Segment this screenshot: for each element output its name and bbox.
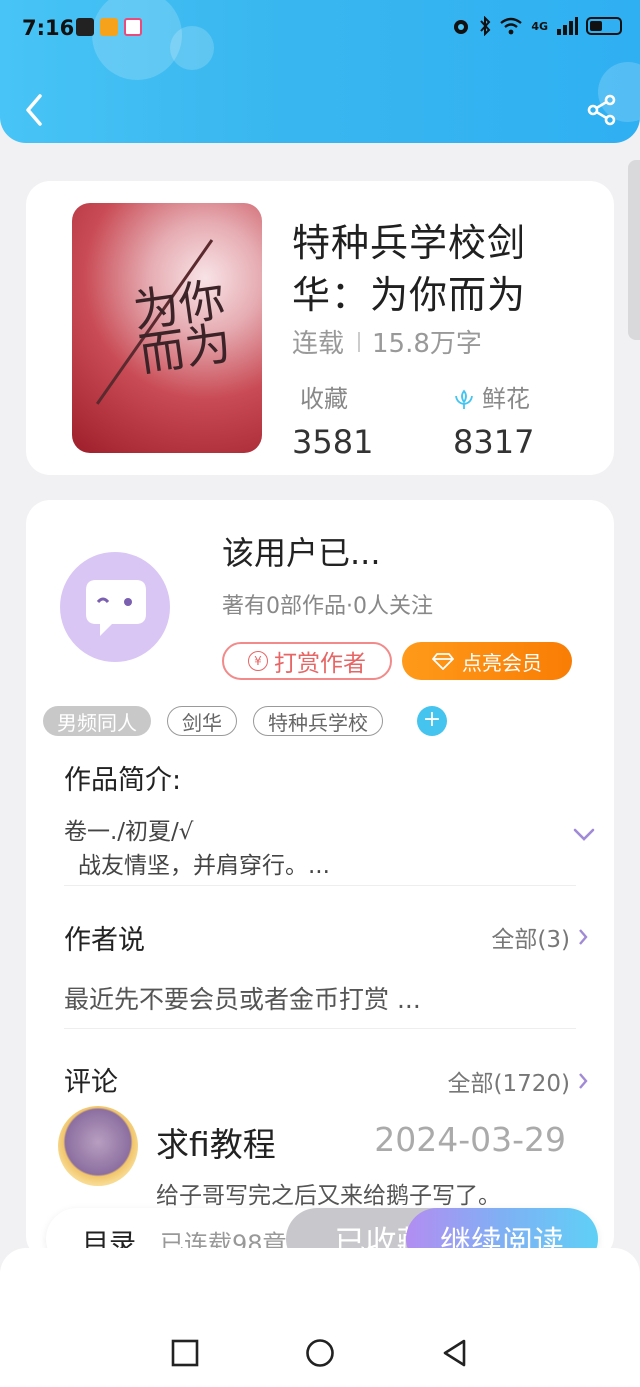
intro-heading: 作品简介: <box>64 765 182 796</box>
author-name[interactable]: 该用户已... <box>222 528 381 574</box>
comment-text[interactable]: 给子哥写完之后又来给鹅子写了。 <box>156 1176 501 1210</box>
comment-date: 2024-03-29 <box>374 1120 566 1159</box>
flowers-label: 鲜花 <box>482 385 530 413</box>
qq-icon <box>76 18 94 36</box>
intro-line-2: 战友情坚，并肩穿行。... <box>78 853 330 879</box>
book-title: 特种兵学校剑 华：为你而为 <box>292 217 602 321</box>
tag-item[interactable]: 剑华 <box>167 706 237 736</box>
book-status: 连载 <box>292 329 345 359</box>
book-cover[interactable]: 为你 而为 <box>72 203 262 453</box>
recent-apps-button[interactable] <box>170 1338 200 1368</box>
signal-icon <box>557 17 578 35</box>
commenter-name[interactable]: 求fi教程 <box>156 1118 276 1166</box>
book-title-line2: 华：为你而为 <box>292 273 527 317</box>
tag-item[interactable]: 特种兵学校 <box>253 706 383 736</box>
tag-list: 男频同人 剑华 特种兵学校 + <box>43 706 447 736</box>
system-nav-bar <box>0 1248 640 1387</box>
comments-more-label: 全部(1720) <box>447 1071 570 1097</box>
video-app-icon <box>100 18 118 36</box>
tag-category[interactable]: 男频同人 <box>43 706 151 736</box>
flowers-label-wrap[interactable]: 鲜花 <box>452 379 530 414</box>
wifi-icon <box>500 17 523 35</box>
system-icons: 4G <box>451 16 622 36</box>
author-stats: 著有0部作品·0人关注 <box>222 594 433 619</box>
tip-author-button[interactable]: ¥ 打赏作者 <box>222 642 392 680</box>
commenter-avatar[interactable] <box>58 1106 138 1186</box>
divider <box>64 1028 576 1029</box>
author-says-heading: 作者说 <box>64 925 145 956</box>
back-button[interactable] <box>20 92 50 128</box>
chevron-right-icon <box>579 929 588 945</box>
author-avatar[interactable] <box>60 552 170 662</box>
chevron-right-icon <box>579 1073 588 1089</box>
favorites-label: 收藏 <box>300 385 348 413</box>
side-edge-handle[interactable] <box>628 160 640 340</box>
back-nav-button[interactable] <box>440 1338 470 1368</box>
bluetooth-icon <box>480 16 491 36</box>
author-says-text[interactable]: 最近先不要会员或者金币打赏 ... <box>64 980 421 1016</box>
vip-label: 点亮会员 <box>462 650 542 675</box>
book-info-card: 为你 而为 特种兵学校剑 华：为你而为 连载 15.8万字 收藏 3581 鲜花 … <box>26 181 614 475</box>
alarm-icon <box>454 20 469 34</box>
comments-more[interactable]: 全部(1720) <box>448 1064 588 1098</box>
expand-chevron-icon[interactable] <box>573 828 595 842</box>
share-button[interactable] <box>586 94 618 126</box>
flower-icon <box>455 389 473 409</box>
header: 7:16 4G <box>0 0 640 143</box>
intro-line-1: 卷一./初夏/√ <box>64 819 194 845</box>
home-button[interactable] <box>305 1338 335 1368</box>
network-label: 4G <box>531 19 548 33</box>
add-tag-button[interactable]: + <box>417 706 447 736</box>
comments-heading: 评论 <box>64 1067 118 1098</box>
status-bar: 7:16 4G <box>0 0 640 60</box>
meta-divider <box>358 331 361 352</box>
word-count: 15.8万字 <box>372 329 482 359</box>
notification-icons <box>76 18 142 36</box>
author-says-more[interactable]: 全部(3) <box>491 920 588 954</box>
app-notification-icon <box>124 18 142 36</box>
chat-bubble-icon <box>86 580 146 636</box>
battery-icon <box>586 17 622 35</box>
detail-card: 该用户已... 著有0部作品·0人关注 ¥ 打赏作者 点亮会员 男频同人 剑华 … <box>26 500 614 1260</box>
vip-button[interactable]: 点亮会员 <box>402 642 572 680</box>
cover-title-art: 为你 而为 <box>129 272 235 382</box>
status-time: 7:16 <box>22 16 75 40</box>
diamond-icon <box>432 653 454 670</box>
favorites-count: 3581 <box>292 423 374 461</box>
book-meta: 连载 15.8万字 <box>292 323 482 360</box>
tip-author-label: 打赏作者 <box>274 651 366 677</box>
flowers-count: 8317 <box>453 423 535 461</box>
coin-icon: ¥ <box>248 651 268 671</box>
divider <box>64 885 576 886</box>
book-title-line1: 特种兵学校剑 <box>292 221 527 265</box>
author-says-more-label: 全部(3) <box>491 927 570 953</box>
